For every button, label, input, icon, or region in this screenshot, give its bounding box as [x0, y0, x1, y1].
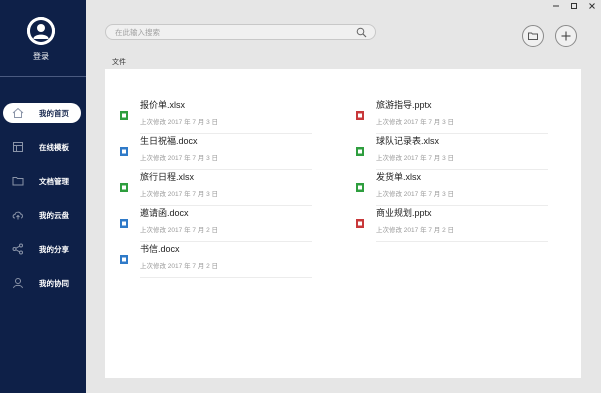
file-name: 旅行日程.xlsx	[140, 172, 195, 182]
user-avatar-icon	[27, 17, 55, 45]
close-icon	[589, 3, 595, 9]
sidebar-item-label: 在线模板	[39, 143, 69, 152]
sidebar-item-label: 我的协同	[39, 279, 69, 288]
file-modified: 上次修改 2017 年 7 月 2 日	[140, 227, 219, 234]
cloud-upload-icon	[11, 208, 24, 221]
powerpoint-file-icon	[356, 111, 364, 120]
file-item[interactable]: 旅游指导.pptx 上次修改 2017 年 7 月 3 日	[356, 98, 548, 134]
file-name: 报价单.xlsx	[140, 100, 186, 110]
sidebar-item-templates[interactable]: 在线模板	[3, 137, 81, 157]
folder-icon	[11, 174, 24, 187]
open-folder-button[interactable]	[522, 25, 544, 47]
sidebar-item-label: 我的分享	[39, 245, 69, 254]
excel-file-icon	[120, 111, 128, 120]
user-icon	[11, 276, 24, 289]
file-name: 发货单.xlsx	[376, 172, 422, 182]
file-modified: 上次修改 2017 年 7 月 3 日	[376, 119, 455, 126]
sidebar-item-docs[interactable]: 文档管理	[3, 171, 81, 191]
close-button[interactable]	[583, 0, 601, 12]
excel-file-icon	[356, 183, 364, 192]
home-icon	[11, 106, 24, 119]
sidebar-item-label: 文档管理	[39, 177, 69, 186]
file-item[interactable]: 邀请函.docx 上次修改 2017 年 7 月 2 日	[120, 206, 312, 242]
sidebar-divider	[0, 76, 86, 77]
file-modified: 上次修改 2017 年 7 月 2 日	[376, 227, 455, 234]
file-item[interactable]: 商业规划.pptx 上次修改 2017 年 7 月 2 日	[356, 206, 548, 242]
login-label[interactable]: 登录	[0, 51, 82, 62]
file-modified: 上次修改 2017 年 7 月 3 日	[140, 155, 219, 162]
maximize-icon	[571, 3, 577, 9]
file-item[interactable]: 生日祝福.docx 上次修改 2017 年 7 月 3 日	[120, 134, 312, 170]
word-file-icon	[120, 255, 128, 264]
plus-icon	[561, 31, 571, 41]
word-file-icon	[120, 147, 128, 156]
sidebar-item-share[interactable]: 我的分享	[3, 239, 81, 259]
powerpoint-file-icon	[356, 219, 364, 228]
file-modified: 上次修改 2017 年 7 月 3 日	[140, 119, 219, 126]
template-icon	[11, 140, 24, 153]
panel-header: 文件	[105, 55, 581, 69]
sidebar-item-collab[interactable]: 我的协同	[3, 273, 81, 293]
file-item[interactable]: 发货单.xlsx 上次修改 2017 年 7 月 3 日	[356, 170, 548, 206]
file-item[interactable]: 球队记录表.xlsx 上次修改 2017 年 7 月 3 日	[356, 134, 548, 170]
panel-title: 文件	[112, 59, 126, 66]
maximize-button[interactable]	[565, 0, 583, 12]
sidebar-item-label: 我的首页	[39, 109, 69, 118]
file-item[interactable]: 旅行日程.xlsx 上次修改 2017 年 7 月 3 日	[120, 170, 312, 206]
avatar[interactable]	[27, 17, 55, 45]
excel-file-icon	[356, 147, 364, 156]
folder-icon	[528, 32, 538, 40]
search-icon[interactable]	[356, 27, 367, 38]
minimize-button[interactable]	[547, 0, 565, 12]
search-box	[105, 24, 376, 40]
sidebar-item-home[interactable]: 我的首页	[3, 103, 81, 123]
share-icon	[11, 242, 24, 255]
search-input[interactable]	[115, 27, 335, 38]
excel-file-icon	[120, 183, 128, 192]
file-modified: 上次修改 2017 年 7 月 2 日	[140, 263, 219, 270]
file-name: 邀请函.docx	[140, 208, 189, 218]
file-item[interactable]: 书信.docx 上次修改 2017 年 7 月 2 日	[120, 242, 312, 278]
file-name: 生日祝福.docx	[140, 136, 198, 146]
add-button[interactable]	[555, 25, 577, 47]
file-item[interactable]: 报价单.xlsx 上次修改 2017 年 7 月 3 日	[120, 98, 312, 134]
file-modified: 上次修改 2017 年 7 月 3 日	[376, 191, 455, 198]
file-name: 书信.docx	[140, 244, 180, 254]
minimize-icon	[553, 5, 559, 7]
sidebar: 登录 我的首页 在线模板 文档管理 我的云盘 我的分享 我的协同	[0, 0, 86, 393]
sidebar-item-label: 我的云盘	[39, 211, 69, 220]
word-file-icon	[120, 219, 128, 228]
sidebar-item-cloud[interactable]: 我的云盘	[3, 205, 81, 225]
file-modified: 上次修改 2017 年 7 月 3 日	[376, 155, 455, 162]
file-modified: 上次修改 2017 年 7 月 3 日	[140, 191, 219, 198]
window-controls	[547, 0, 601, 12]
file-name: 旅游指导.pptx	[376, 100, 432, 110]
file-name: 球队记录表.xlsx	[376, 136, 440, 146]
file-name: 商业规划.pptx	[376, 208, 432, 218]
